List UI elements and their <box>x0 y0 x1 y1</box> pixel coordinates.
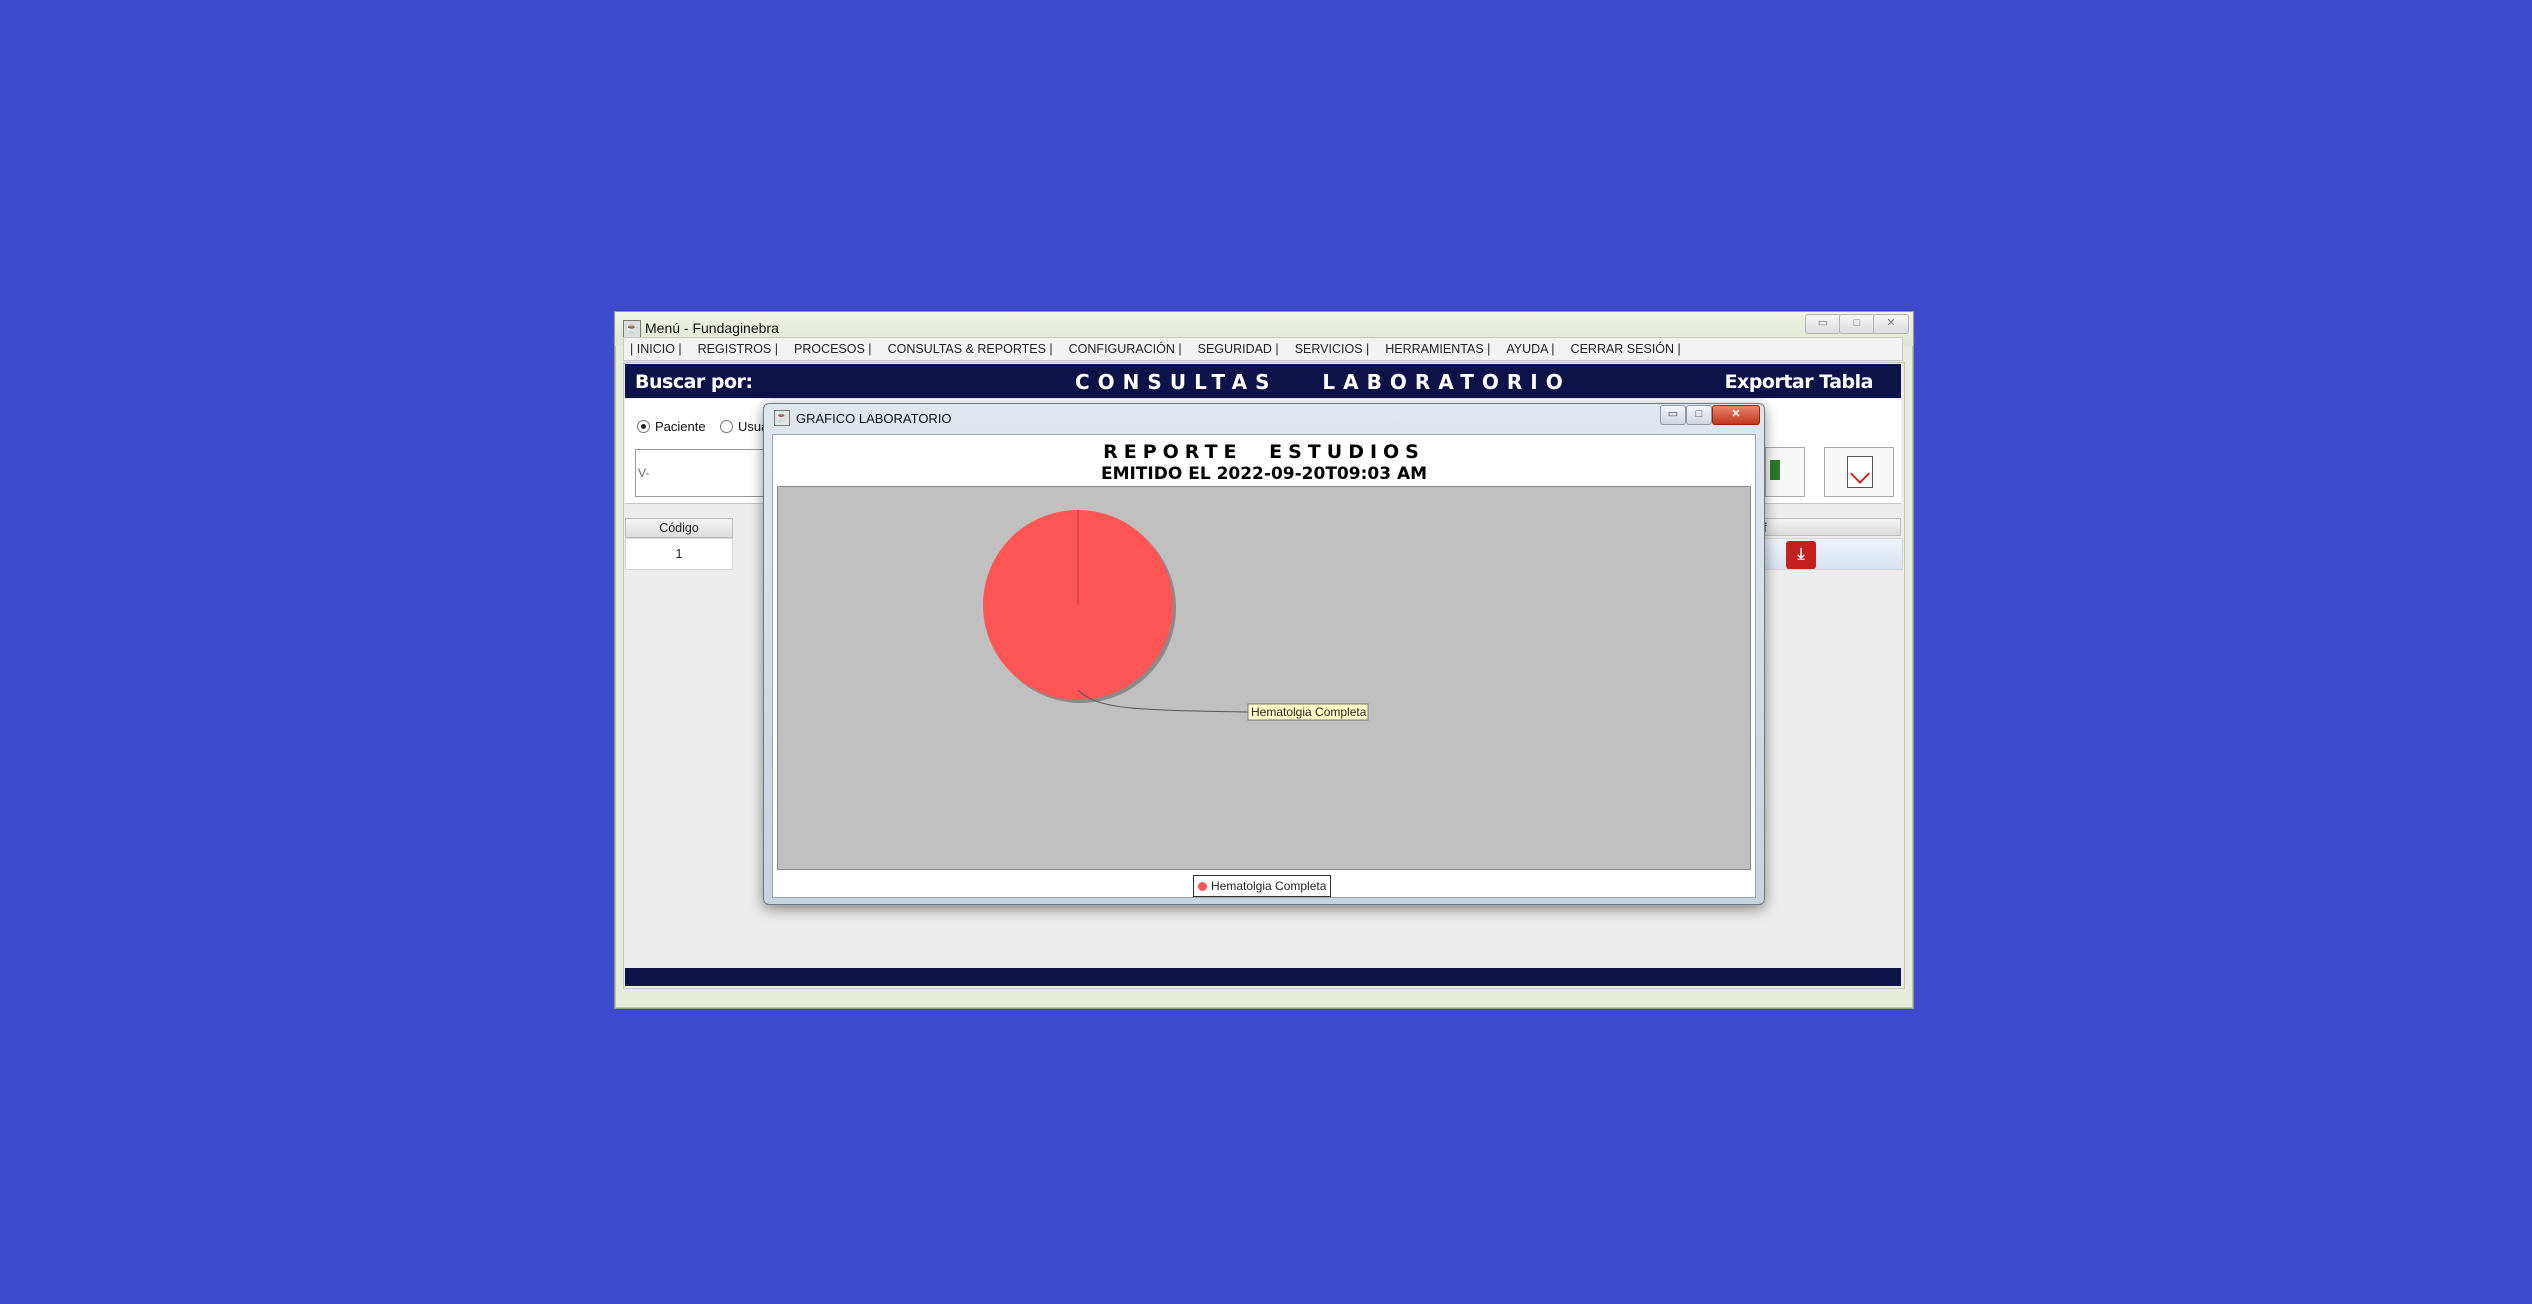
export-label: Exportar Tabla <box>1724 371 1874 393</box>
dialog-title: GRAFICO LABORATORIO <box>796 410 952 426</box>
pdf-icon <box>1847 456 1873 488</box>
chart-dialog: ☕ GRAFICO LABORATORIO ▭ □ ✕ REPORTE ESTU… <box>763 403 1765 905</box>
menu-seguridad[interactable]: SEGURIDAD | <box>1192 342 1289 356</box>
menu-ayuda[interactable]: AYUDA | <box>1500 342 1564 356</box>
menu-herramientas[interactable]: HERRAMIENTAS | <box>1379 342 1500 356</box>
radio-selected-icon <box>637 420 650 433</box>
legend-label: Hematolgia Completa <box>1211 879 1327 893</box>
panel-header: Buscar por: CONSULTAS LABORATORIO Export… <box>625 364 1901 398</box>
pie-label: Hematolgia Completa <box>1247 703 1369 721</box>
pie-label-text: Hematolgia Completa <box>1251 705 1367 719</box>
page-title: CONSULTAS LABORATORIO <box>1075 370 1571 394</box>
chart-legend: Hematolgia Completa <box>1193 875 1332 897</box>
minimize-icon[interactable]: ▭ <box>1805 314 1841 334</box>
pdf-file-icon[interactable]: ⤓ <box>1786 541 1816 569</box>
menu-configuracion[interactable]: CONFIGURACIÓN | <box>1063 342 1192 356</box>
close-icon[interactable]: ✕ <box>1873 314 1909 334</box>
column-header-codigo[interactable]: Código <box>625 518 733 538</box>
dialog-maximize-icon[interactable]: □ <box>1686 405 1712 425</box>
menu-consultas-reportes[interactable]: CONSULTAS & REPORTES | <box>882 342 1063 356</box>
menu-inicio[interactable]: | INICIO | <box>624 342 692 356</box>
export-excel-button[interactable] <box>1765 447 1805 497</box>
chart-title: REPORTE ESTUDIOS <box>1103 441 1425 463</box>
search-input[interactable]: V- <box>635 449 775 497</box>
plot-area: Hematolgia Completa <box>777 486 1751 870</box>
legend-swatch <box>1198 881 1207 891</box>
excel-icon <box>1770 460 1780 480</box>
radio-paciente[interactable]: Paciente <box>637 419 706 434</box>
radio-paciente-label: Paciente <box>655 419 706 434</box>
java-cup-icon: ☕ <box>623 320 641 338</box>
maximize-icon[interactable]: □ <box>1839 314 1875 334</box>
main-window-title: Menú - Fundaginebra <box>645 320 779 336</box>
menu-servicios[interactable]: SERVICIOS | <box>1289 342 1380 356</box>
chart-subtitle: EMITIDO EL 2022-09-20T09:03 AM <box>1100 464 1428 484</box>
radio-usuario[interactable]: Usua <box>720 419 768 434</box>
search-by-label: Buscar por: <box>635 371 753 393</box>
chart-panel: REPORTE ESTUDIOS EMITIDO EL 2022-09-20T0… <box>772 434 1756 898</box>
pie-chart: Hematolgia Completa <box>983 510 1369 721</box>
export-pdf-button[interactable] <box>1824 447 1894 497</box>
dialog-close-icon[interactable]: ✕ <box>1712 405 1760 425</box>
dialog-minimize-icon[interactable]: ▭ <box>1660 405 1686 425</box>
menu-procesos[interactable]: PROCESOS | <box>788 342 882 356</box>
radio-unselected-icon <box>720 420 733 433</box>
menu-bar: | INICIO | REGISTROS | PROCESOS | CONSUL… <box>623 337 1903 361</box>
dialog-title-bar[interactable]: ☕ GRAFICO LABORATORIO <box>774 410 952 426</box>
menu-cerrar-sesion[interactable]: CERRAR SESIÓN | <box>1565 342 1691 356</box>
java-cup-icon: ☕ <box>774 410 790 426</box>
menu-registros[interactable]: REGISTROS | <box>692 342 788 356</box>
table-cell-codigo[interactable]: 1 <box>625 538 733 570</box>
status-bar <box>625 968 1901 986</box>
